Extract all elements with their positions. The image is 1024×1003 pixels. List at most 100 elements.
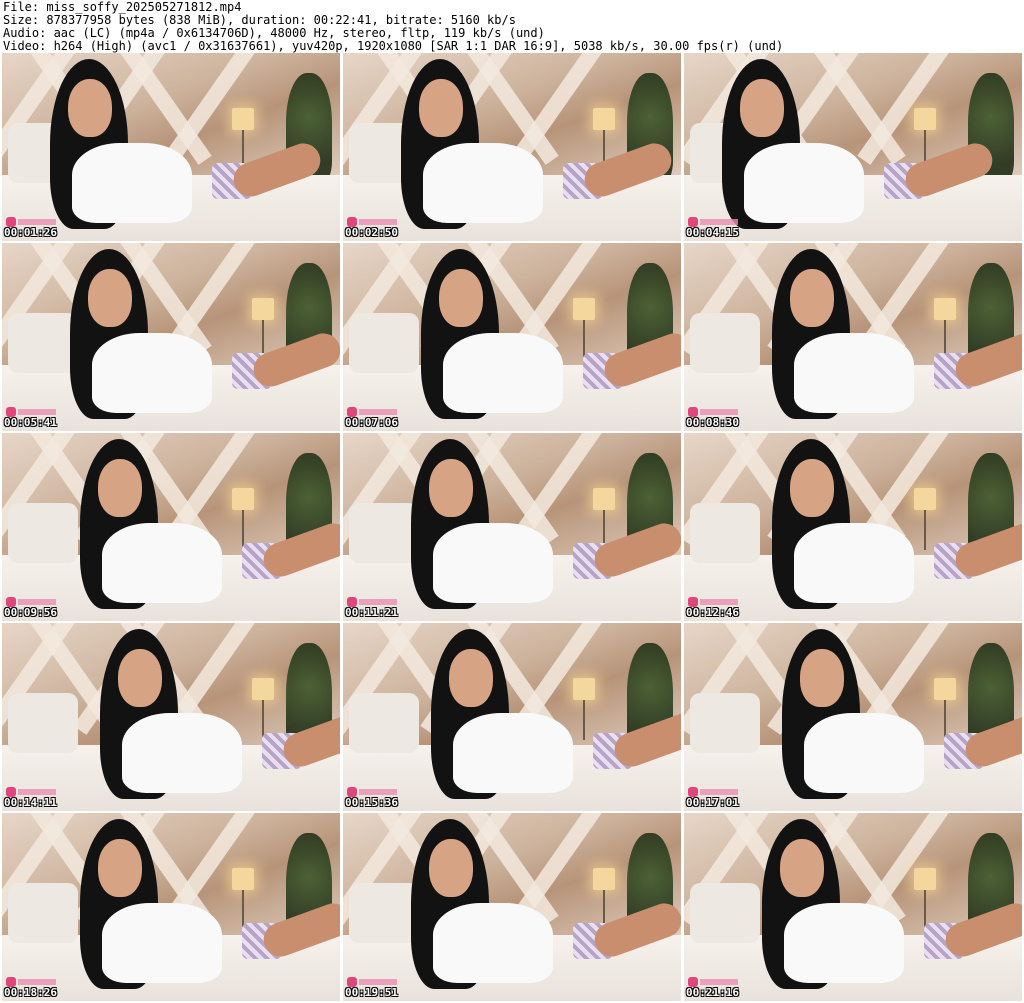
social-badge-bar xyxy=(18,219,56,225)
thumbnail-scene xyxy=(343,813,681,1001)
lamp-pole xyxy=(583,700,585,740)
video-thumbnail: 00:02:50 xyxy=(343,53,681,241)
lamp xyxy=(593,488,615,510)
thumbnail-timestamp: 00:11:21 xyxy=(345,606,398,619)
thumbnail-timestamp: 00:15:36 xyxy=(345,796,398,809)
thumbnail-timestamp: 00:21:16 xyxy=(686,986,739,999)
thumbnail-scene xyxy=(684,813,1022,1001)
person-shirt xyxy=(744,143,864,223)
person-shirt xyxy=(433,903,553,983)
video-thumbnail: 00:05:41 xyxy=(2,243,340,431)
thumbnail-grid: 00:01:26 00:02:50 00:04:15 00:05:41 00:07:06… xyxy=(2,53,1022,1001)
lamp xyxy=(593,108,615,130)
social-badge-bar xyxy=(359,219,397,225)
pillow xyxy=(349,313,419,373)
pillow xyxy=(349,883,419,943)
thumbnail-scene xyxy=(684,53,1022,241)
social-badge-bar xyxy=(359,409,397,415)
video-thumbnail: 00:21:16 xyxy=(684,813,1022,1001)
person-shirt xyxy=(804,713,924,793)
person-face xyxy=(429,459,473,517)
lamp-pole xyxy=(924,510,926,550)
lamp xyxy=(232,488,254,510)
lamp xyxy=(914,488,936,510)
person-shirt xyxy=(433,523,553,603)
person-shirt xyxy=(794,523,914,603)
social-badge-bar xyxy=(700,409,738,415)
social-badge-bar xyxy=(700,789,738,795)
lamp xyxy=(573,678,595,700)
person-shirt xyxy=(92,333,212,413)
video-thumbnail: 00:04:15 xyxy=(684,53,1022,241)
lamp xyxy=(914,868,936,890)
video-thumbnail: 00:15:36 xyxy=(343,623,681,811)
thumbnail-scene xyxy=(343,623,681,811)
pillow xyxy=(690,883,760,943)
social-badge-bar xyxy=(359,789,397,795)
social-badge-bar xyxy=(700,219,738,225)
video-info-header: File: miss_soffy_202505271812.mp4 Size: … xyxy=(3,1,1021,53)
pillow xyxy=(8,313,78,373)
video-info-line: Video: h264 (High) (avc1 / 0x31637661), … xyxy=(3,39,784,53)
thumbnail-scene xyxy=(2,433,340,621)
person-shirt xyxy=(794,333,914,413)
thumbnail-timestamp: 00:14:11 xyxy=(4,796,57,809)
person-shirt xyxy=(784,903,904,983)
pillow xyxy=(690,693,760,753)
thumbnail-timestamp: 00:12:46 xyxy=(686,606,739,619)
lamp xyxy=(914,108,936,130)
person-shirt xyxy=(443,333,563,413)
video-thumbnail: 00:08:30 xyxy=(684,243,1022,431)
social-badge-bar xyxy=(359,599,397,605)
pillow xyxy=(690,313,760,373)
lamp xyxy=(252,298,274,320)
thumbnail-timestamp: 00:07:06 xyxy=(345,416,398,429)
thumbnail-timestamp: 00:05:41 xyxy=(4,416,57,429)
pillow xyxy=(8,503,78,563)
person-face xyxy=(780,839,824,897)
person-shirt xyxy=(122,713,242,793)
lamp xyxy=(934,678,956,700)
pillow xyxy=(349,503,419,563)
thumbnail-scene xyxy=(343,433,681,621)
social-badge-bar xyxy=(18,599,56,605)
video-thumbnail: 00:18:26 xyxy=(2,813,340,1001)
social-badge-bar xyxy=(18,789,56,795)
thumbnail-timestamp: 00:08:30 xyxy=(686,416,739,429)
thumbnail-timestamp: 00:19:51 xyxy=(345,986,398,999)
video-thumbnail: 00:11:21 xyxy=(343,433,681,621)
video-thumbnail: 00:12:46 xyxy=(684,433,1022,621)
person-shirt xyxy=(102,903,222,983)
pillow xyxy=(8,693,78,753)
thumbnail-scene xyxy=(684,623,1022,811)
person-face xyxy=(68,79,112,137)
thumbnail-scene xyxy=(2,53,340,241)
person-face xyxy=(740,79,784,137)
social-badge-bar xyxy=(18,979,56,985)
thumbnail-timestamp: 00:02:50 xyxy=(345,226,398,239)
social-badge-bar xyxy=(18,409,56,415)
social-badge-bar xyxy=(700,599,738,605)
person-shirt xyxy=(72,143,192,223)
thumbnail-scene xyxy=(684,243,1022,431)
pillow xyxy=(8,883,78,943)
thumbnail-timestamp: 00:09:56 xyxy=(4,606,57,619)
person-face xyxy=(429,839,473,897)
person-face xyxy=(790,459,834,517)
thumbnail-scene xyxy=(343,243,681,431)
video-thumbnail: 00:07:06 xyxy=(343,243,681,431)
person-face xyxy=(88,269,132,327)
person-shirt xyxy=(102,523,222,603)
person-face xyxy=(439,269,483,327)
video-thumbnail: 00:17:01 xyxy=(684,623,1022,811)
lamp xyxy=(252,678,274,700)
video-thumbnail: 00:19:51 xyxy=(343,813,681,1001)
thumbnail-timestamp: 00:17:01 xyxy=(686,796,739,809)
person-face xyxy=(449,649,493,707)
person-face xyxy=(790,269,834,327)
lamp xyxy=(934,298,956,320)
thumbnail-timestamp: 00:18:26 xyxy=(4,986,57,999)
thumbnail-scene xyxy=(2,813,340,1001)
social-badge-bar xyxy=(359,979,397,985)
thumbnail-scene xyxy=(2,243,340,431)
